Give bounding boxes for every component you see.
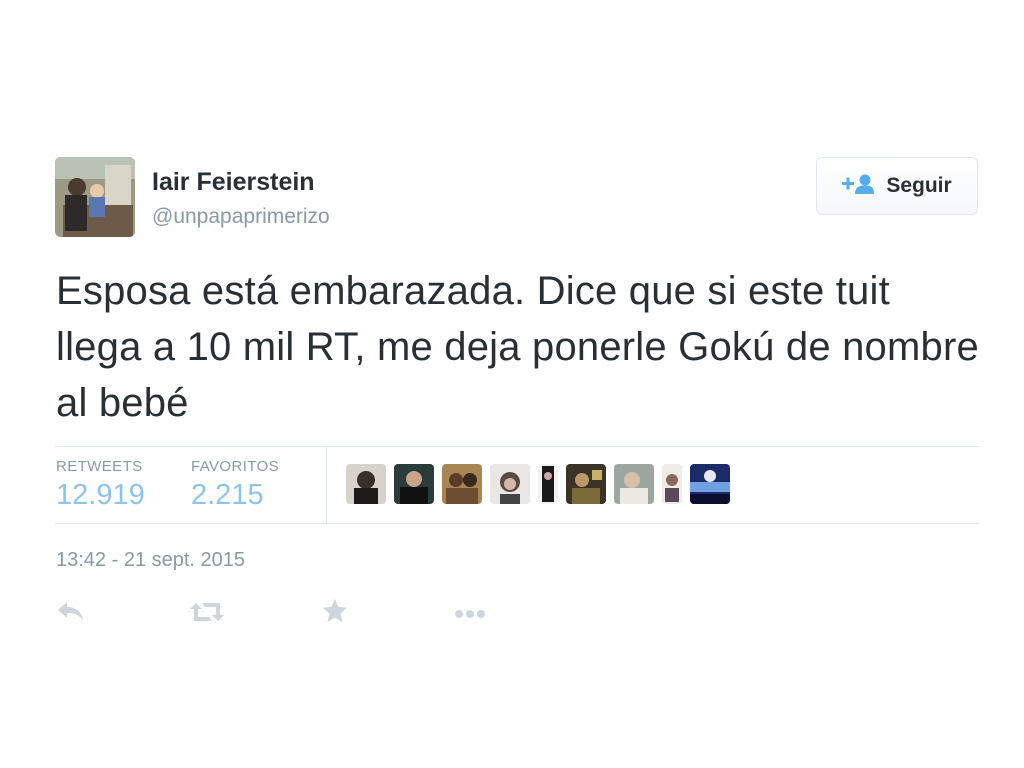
stats-bottom-divider — [55, 523, 979, 524]
star-icon[interactable] — [322, 598, 348, 629]
favoriter-avatar[interactable] — [538, 464, 558, 504]
favoriter-avatar[interactable] — [662, 464, 682, 504]
more-icon[interactable] — [454, 606, 486, 624]
favorites-stat[interactable]: FAVORITOS 2.215 — [191, 458, 279, 512]
follow-label: Seguir — [886, 174, 952, 197]
retweets-label: RETWEETS — [56, 458, 143, 475]
favorites-count: 2.215 — [191, 479, 264, 511]
favorites-label: FAVORITOS — [191, 458, 280, 475]
favoriters-avatars — [346, 464, 730, 504]
favoriter-avatar[interactable] — [394, 464, 434, 504]
retweet-icon[interactable] — [190, 600, 224, 629]
stats-top-divider — [55, 446, 979, 447]
author-handle[interactable]: @unpapaprimerizo — [152, 205, 330, 229]
tweet-text: Esposa está embarazada. Dice que si este… — [56, 269, 979, 425]
tweet-timestamp[interactable]: 13:42 - 21 sept. 2015 — [56, 549, 245, 572]
retweets-count: 12.919 — [56, 479, 145, 511]
reply-icon[interactable] — [56, 600, 86, 627]
favoriter-avatar[interactable] — [614, 464, 654, 504]
favoriter-avatar[interactable] — [442, 464, 482, 504]
add-user-icon — [842, 173, 875, 200]
stats-vertical-divider — [326, 447, 327, 523]
favoriter-avatar[interactable] — [566, 464, 606, 504]
favoriter-avatar[interactable] — [690, 464, 730, 504]
favoriter-avatar[interactable] — [490, 464, 530, 504]
follow-button[interactable]: Seguir — [816, 157, 978, 215]
author-avatar[interactable] — [55, 157, 135, 237]
author-name[interactable]: Iair Feierstein — [152, 168, 315, 197]
retweets-stat[interactable]: RETWEETS 12.919 — [56, 458, 145, 512]
favoriter-avatar[interactable] — [346, 464, 386, 504]
